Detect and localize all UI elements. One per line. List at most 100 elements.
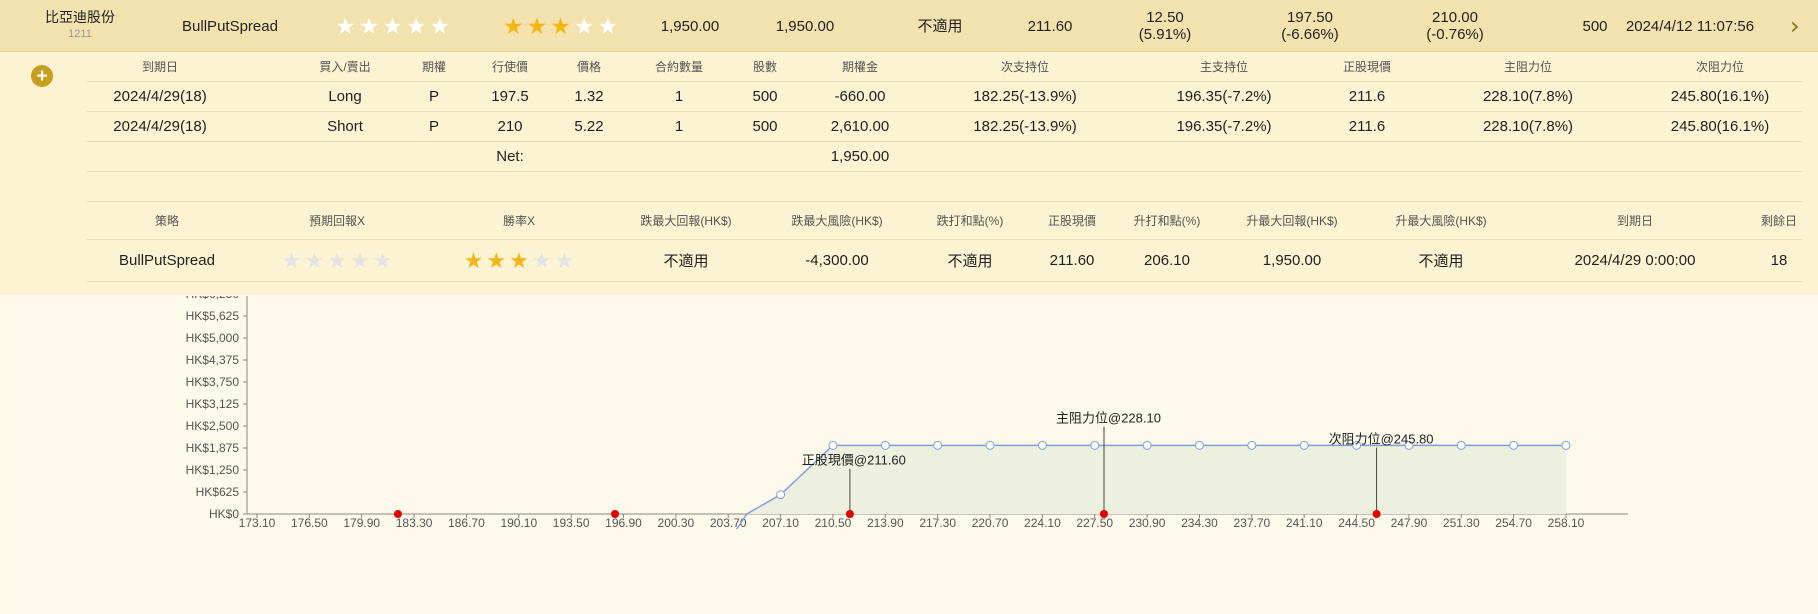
cell: 不適用 [1418, 253, 1464, 270]
payoff-chart-svg: HK$0 HK$625 HK$1,250 HK$1,875 HK$2,500 HK$3,1… [186, 296, 1628, 530]
payoff-point [1247, 440, 1257, 450]
x-tick-label: 244.50 [1338, 516, 1375, 530]
x-tick-label: 196.90 [605, 516, 642, 530]
payoff-point [1561, 440, 1571, 450]
y-tick-label: HK$6,250 [186, 296, 240, 301]
cell: 1 [674, 118, 684, 135]
col-header: 買入/賣出 [319, 60, 371, 74]
col-header: 期權 [421, 60, 447, 74]
cell: 2024/4/29 0:00:00 [1574, 252, 1696, 269]
cell: 不適用 [947, 253, 993, 270]
cell: 211.60 [1049, 252, 1095, 269]
x-tick-label: 230.90 [1129, 516, 1166, 530]
star-icon: ★ [349, 247, 370, 273]
x-tick-label: 258.10 [1548, 516, 1585, 530]
cell: 500 [752, 88, 778, 105]
payoff-point [776, 490, 786, 500]
payoff-point [1194, 440, 1204, 450]
strategy-summary-row[interactable]: 比亞迪股份 1211 BullPutSpread ★ ★ ★ ★ ★ ★ ★ ★ ★ ★ 1,9… [0, 0, 1818, 52]
winrate-stars: ★ ★ ★ ★ ★ [464, 240, 575, 281]
cell: P [428, 88, 440, 105]
premium-value: 1,950.00 [660, 17, 720, 35]
cell: P [428, 118, 440, 135]
cell: 1,950.00 [1262, 252, 1322, 269]
change-2-value: 197.50 [1287, 9, 1333, 26]
x-tick-label: 193.50 [553, 516, 590, 530]
level-marker [845, 510, 854, 518]
col-header: 升最大風險(HK$) [1395, 214, 1487, 228]
level-marker [393, 510, 402, 518]
y-tick-label: HK$3,125 [186, 397, 240, 411]
level-marker [611, 510, 620, 518]
timestamp: 2024/4/12 11:07:56 [1625, 17, 1755, 35]
level-marker [1100, 510, 1108, 518]
x-tick-label: 179.90 [343, 516, 380, 530]
table-row: 2024/4/29(18) Short P 210 5.22 1 500 2,6… [87, 112, 1802, 142]
x-tick-label: 247.90 [1391, 516, 1428, 530]
star-icon: ★ [502, 12, 524, 39]
net-row: Net: 1,950.00 [87, 142, 1802, 172]
cell: 206.10 [1144, 252, 1190, 269]
payoff-point [1142, 440, 1152, 450]
col-header: 合約數量 [654, 60, 704, 74]
x-tick-label: 176.50 [291, 516, 328, 530]
cell: 2024/4/29(18) [113, 118, 207, 135]
y-tick-label: HK$0 [209, 507, 239, 521]
cell: 182.25(-13.9%) [973, 88, 1077, 105]
star-icon: ★ [463, 247, 484, 273]
cell: -4,300.00 [805, 252, 869, 269]
plus-icon[interactable]: + [31, 65, 53, 87]
payoff-point [1090, 440, 1100, 450]
y-tick-label: HK$625 [196, 485, 240, 499]
star-icon: ★ [550, 12, 571, 39]
x-tick-label: 251.30 [1443, 516, 1480, 530]
change-3: 210.00 (-0.76%) [1410, 0, 1500, 52]
col-header: 升打和點(%) [1133, 214, 1201, 228]
star-icon: ★ [281, 247, 302, 273]
winrate-rating: ★ ★ ★ ★ ★ [503, 0, 618, 52]
payoff-point [1299, 440, 1309, 450]
change-3-pct: (-0.76%) [1426, 26, 1484, 43]
y-tick-label: HK$1,875 [186, 441, 240, 455]
cell: 不適用 [663, 253, 709, 270]
y-tick-label: HK$4,375 [186, 353, 240, 367]
cell: 5.22 [574, 118, 604, 135]
col-header: 正股現價 [1342, 60, 1392, 74]
cell: 245.80(16.1%) [1670, 118, 1770, 135]
cell: 245.80(16.1%) [1670, 88, 1770, 105]
change-1: 12.50 (5.91%) [1125, 0, 1205, 52]
na-value: 不適用 [917, 17, 963, 35]
star-icon: ★ [597, 12, 619, 39]
net-total: 1,950.00 [830, 148, 890, 165]
chevron-right-icon[interactable]: › [1790, 12, 1800, 40]
annotation-label: 主阻力位@228.10 [1056, 410, 1161, 425]
payoff-point [1509, 440, 1519, 450]
col-header: 勝率X [502, 214, 536, 228]
x-tick-label: 237.70 [1233, 516, 1270, 530]
y-tick-label: HK$5,000 [186, 331, 240, 345]
star-icon: ★ [554, 247, 575, 273]
x-tick-label: 241.10 [1286, 516, 1323, 530]
cell: 210 [497, 118, 523, 135]
change-2: 197.50 (-6.66%) [1270, 0, 1350, 52]
col-header: 主支持位 [1199, 60, 1249, 74]
star-icon: ★ [334, 12, 356, 39]
cell: -660.00 [834, 88, 886, 105]
payoff-point [1456, 440, 1466, 450]
cell: 196.35(-7.2%) [1176, 118, 1272, 135]
legs-header: 到期日 買入/賣出 期權 行使價 價格 合約數量 股數 期權金 次支持位 主支持… [87, 52, 1802, 82]
star-icon: ★ [531, 247, 552, 273]
x-tick-label: 217.30 [919, 516, 956, 530]
col-header: 行使價 [491, 60, 529, 74]
cell: 211.6 [1348, 88, 1386, 105]
col-header: 次阻力位 [1695, 60, 1745, 74]
strategy-row: BullPutSpread ★ ★ ★ ★ ★ ★ ★ ★ ★ ★ 不適用 -4,300.00 … [87, 240, 1802, 282]
x-tick-label: 254.70 [1495, 516, 1532, 530]
star-icon: ★ [526, 12, 548, 39]
x-tick-label: 183.30 [396, 516, 433, 530]
col-header: 正股現價 [1047, 214, 1097, 228]
col-header: 次支持位 [1000, 60, 1050, 74]
strategy-cell: BullPutSpread [119, 252, 215, 269]
col-header: 預期回報X [308, 214, 366, 228]
col-header: 跌最大回報(HK$) [640, 214, 732, 228]
